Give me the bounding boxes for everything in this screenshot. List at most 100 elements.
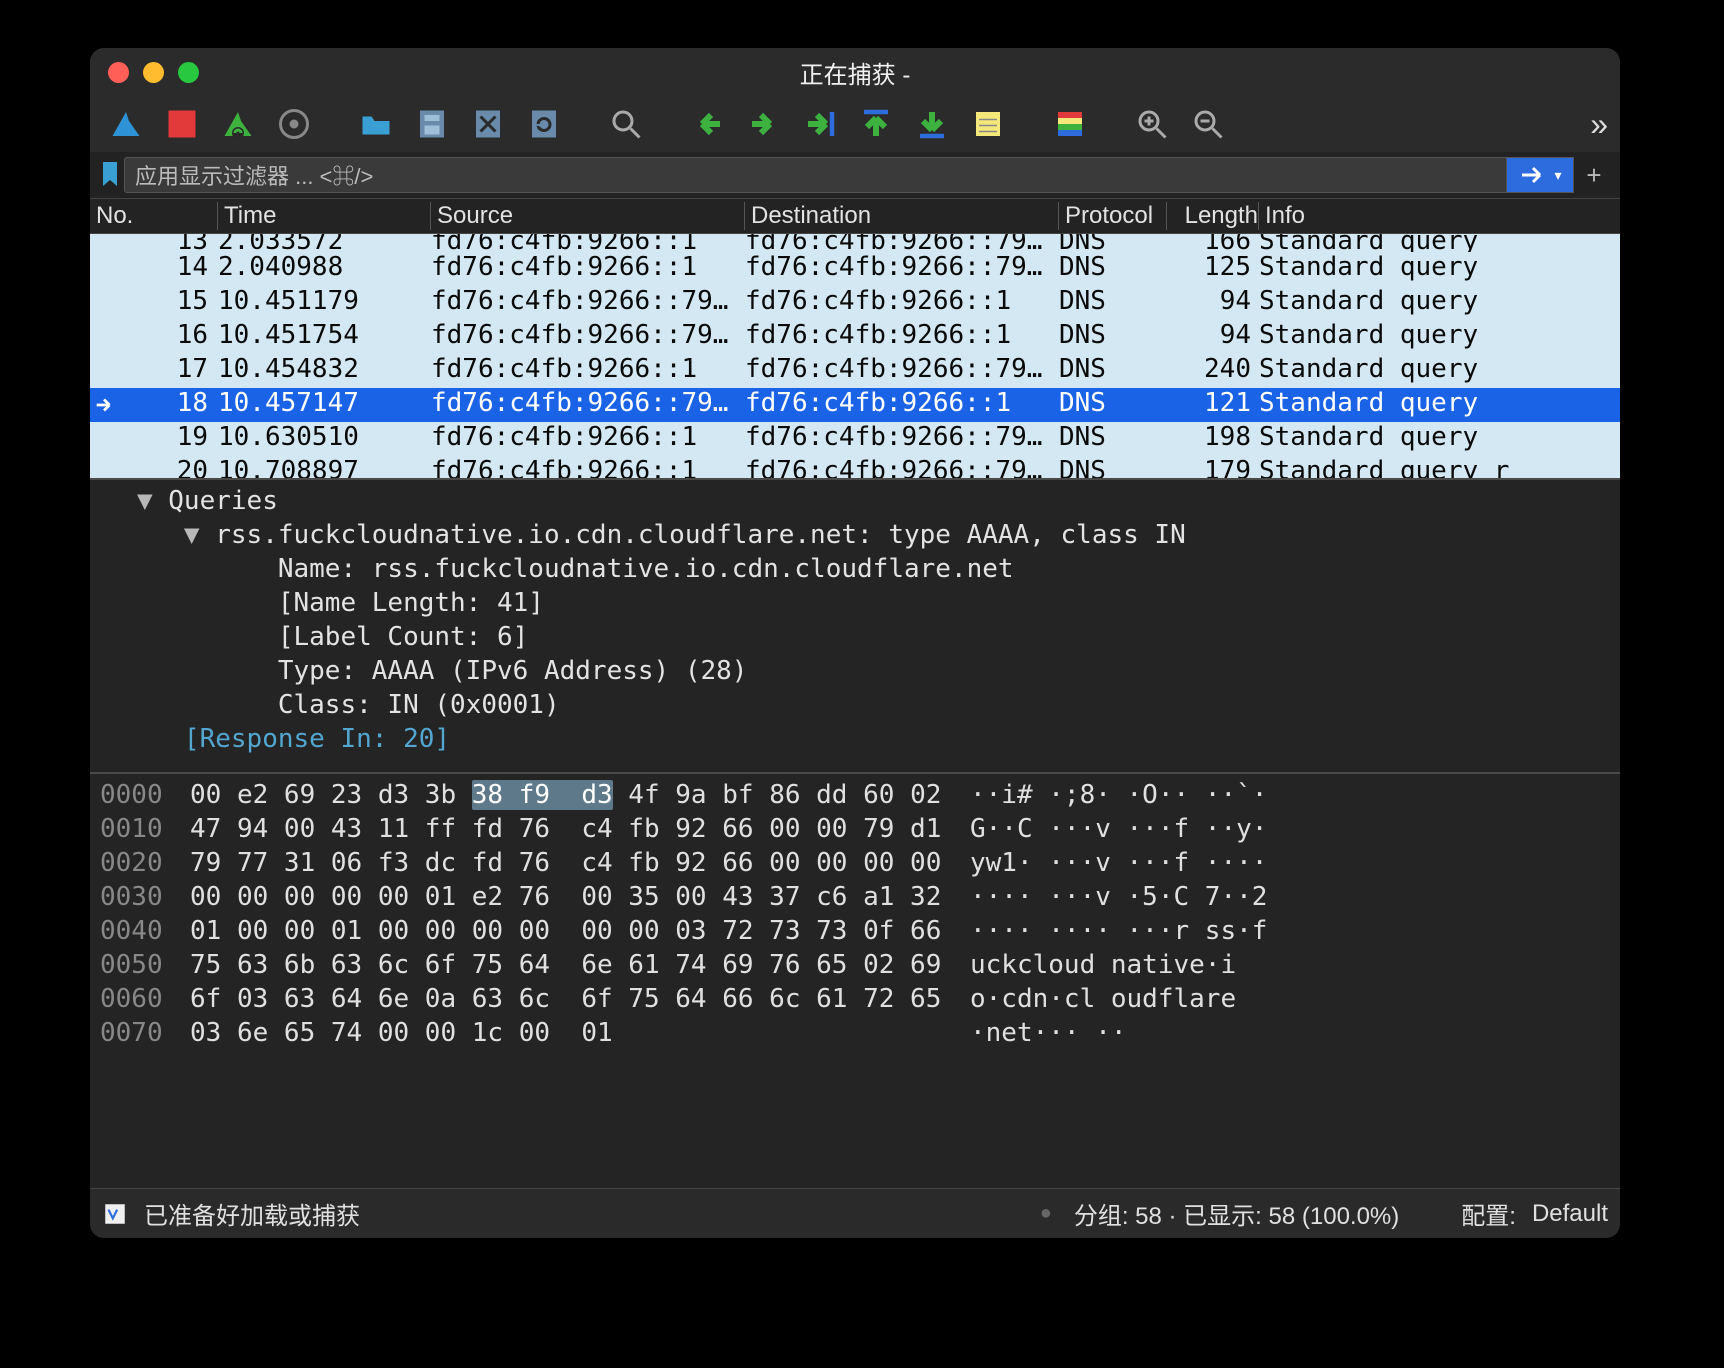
packet-row[interactable]: 1910.630510fd76:c4fb:9266::1fd76:c4fb:92… [90,422,1620,456]
restart-capture-icon[interactable] [214,102,262,146]
cell-length: 240 [1167,354,1259,388]
stop-capture-icon[interactable] [158,102,206,146]
hex-offset: 0000 [90,780,190,814]
apply-filter-button[interactable]: ▾ [1506,157,1574,193]
close-file-icon[interactable] [464,102,512,146]
maximize-icon[interactable] [178,62,199,83]
options-icon[interactable] [270,102,318,146]
tree-name[interactable]: Name: rss.fuckcloudnative.io.cdn.cloudfl… [90,554,1620,588]
cell-info: Standard query [1259,354,1620,388]
cell-time: 2.040988 [218,252,431,286]
col-destination[interactable]: Destination [745,202,1059,230]
hex-ascii: ··i# ·;8· ·O·· ··`· [970,780,1620,814]
filterbar: 应用显示过滤器 ... <⌘/> ▾ + [90,152,1620,198]
cell-destination: fd76:c4fb:9266::1 [745,388,1059,422]
statusbar: 已准备好加载或捕获 ● 分组: 58 · 已显示: 58 (100.0%) 配置… [90,1188,1620,1238]
open-file-icon[interactable] [352,102,400,146]
cell-length: 179 [1167,456,1259,478]
packet-row[interactable]: 1510.451179fd76:c4fb:9266::79…fd76:c4fb:… [90,286,1620,320]
col-length[interactable]: Length [1167,202,1259,230]
prev-icon[interactable] [684,102,732,146]
close-icon[interactable] [108,62,129,83]
tree-type[interactable]: Type: AAAA (IPv6 Address) (28) [90,656,1620,690]
col-info[interactable]: Info [1259,202,1620,230]
cell-source: fd76:c4fb:9266::1 [431,422,745,456]
col-protocol[interactable]: Protocol [1059,202,1167,230]
hex-row[interactable]: 000000 e2 69 23 d3 3b 38 f9 d3 4f 9a bf … [90,780,1620,814]
col-time[interactable]: Time [218,202,431,230]
start-capture-icon[interactable] [102,102,150,146]
hex-offset: 0010 [90,814,190,848]
hex-bytes: 00 e2 69 23 d3 3b 38 f9 d3 4f 9a bf 86 d… [190,780,970,814]
tree-name-len[interactable]: [Name Length: 41] [90,588,1620,622]
add-filter-button[interactable]: + [1574,157,1614,193]
filter-bookmark-icon[interactable] [96,157,124,193]
save-file-icon[interactable] [408,102,456,146]
hex-bytes: 75 63 6b 63 6c 6f 75 64 6e 61 74 69 76 6… [190,950,970,984]
traffic-lights [108,62,199,83]
hex-offset: 0050 [90,950,190,984]
cell-info: Standard query [1259,252,1620,286]
hex-row[interactable]: 004001 00 00 01 00 00 00 00 00 00 03 72 … [90,916,1620,950]
go-last-icon[interactable] [908,102,956,146]
colorize-icon[interactable] [1046,102,1094,146]
hex-row[interactable]: 002079 77 31 06 f3 dc fd 76 c4 fb 92 66 … [90,848,1620,882]
hex-row[interactable]: 001047 94 00 43 11 ff fd 76 c4 fb 92 66 … [90,814,1620,848]
cell-source: fd76:c4fb:9266::79… [431,320,745,354]
expert-info-icon[interactable] [102,1201,128,1227]
tree-entry[interactable]: ▼ rss.fuckcloudnative.io.cdn.cloudflare.… [90,520,1620,554]
display-filter-input[interactable]: 应用显示过滤器 ... <⌘/> [124,157,1508,193]
tree-queries[interactable]: ▼ Queries [90,486,1620,520]
hex-bytes: 00 00 00 00 00 01 e2 76 00 35 00 43 37 c… [190,882,970,916]
packet-row[interactable]: 1810.457147fd76:c4fb:9266::79…fd76:c4fb:… [90,388,1620,422]
zoom-in-icon[interactable] [1128,102,1176,146]
cell-length: 125 [1167,252,1259,286]
filter-placeholder: 应用显示过滤器 ... <⌘/> [135,159,373,191]
packet-row[interactable]: 2010.708897fd76:c4fb:9266::1fd76:c4fb:92… [90,456,1620,478]
current-row-icon [90,388,118,422]
jump-to-icon[interactable] [796,102,844,146]
toolbar-overflow-icon[interactable]: » [1590,106,1608,143]
packet-row[interactable]: 1610.451754fd76:c4fb:9266::79…fd76:c4fb:… [90,320,1620,354]
packet-row[interactable]: 132.033572fd76:c4fb:9266::1fd76:c4fb:926… [90,234,1620,252]
hex-row[interactable]: 007003 6e 65 74 00 00 1c 00 01·net··· ·· [90,1018,1620,1052]
tree-label-count[interactable]: [Label Count: 6] [90,622,1620,656]
packet-list[interactable]: 132.033572fd76:c4fb:9266::1fd76:c4fb:926… [90,234,1620,478]
zoom-out-icon[interactable] [1184,102,1232,146]
hex-ascii: yw1· ···v ···f ···· [970,848,1620,882]
next-icon[interactable] [740,102,788,146]
packet-row[interactable]: 1710.454832fd76:c4fb:9266::1fd76:c4fb:92… [90,354,1620,388]
cell-no: 19 [118,422,218,456]
hex-row[interactable]: 00606f 03 63 64 6e 0a 63 6c 6f 75 64 66 … [90,984,1620,1018]
cell-protocol: DNS [1059,388,1167,422]
cell-time: 10.451754 [218,320,431,354]
packet-row[interactable]: 142.040988fd76:c4fb:9266::1fd76:c4fb:926… [90,252,1620,286]
toolbar: » [90,96,1620,152]
status-dot-icon: ● [1040,1202,1052,1225]
hex-row[interactable]: 005075 63 6b 63 6c 6f 75 64 6e 61 74 69 … [90,950,1620,984]
tree-response-link[interactable]: [Response In: 20] [90,724,1620,758]
go-first-icon[interactable] [852,102,900,146]
find-icon[interactable] [602,102,650,146]
hex-offset: 0020 [90,848,190,882]
col-source[interactable]: Source [431,202,745,230]
minimize-icon[interactable] [143,62,164,83]
packet-details-pane[interactable]: ▼ Queries ▼ rss.fuckcloudnative.io.cdn.c… [90,478,1620,772]
status-profile-value[interactable]: Default [1532,1200,1608,1228]
cell-no: 14 [118,252,218,286]
hex-row[interactable]: 003000 00 00 00 00 01 e2 76 00 35 00 43 … [90,882,1620,916]
hex-bytes: 79 77 31 06 f3 dc fd 76 c4 fb 92 66 00 0… [190,848,970,882]
cell-time: 10.451179 [218,286,431,320]
tree-class[interactable]: Class: IN (0x0001) [90,690,1620,724]
reload-icon[interactable] [520,102,568,146]
cell-info: Standard query [1259,388,1620,422]
hex-ascii: ·net··· ·· [970,1018,1620,1052]
cell-source: fd76:c4fb:9266::1 [431,456,745,478]
status-packets: 分组: 58 · 已显示: 58 (100.0%) [1074,1196,1399,1231]
cell-time: 10.457147 [218,388,431,422]
hex-pane[interactable]: 000000 e2 69 23 d3 3b 38 f9 d3 4f 9a bf … [90,772,1620,1188]
col-no[interactable]: No. [90,202,218,230]
autoscroll-icon[interactable] [964,102,1012,146]
hex-ascii: o·cdn·cl oudflare [970,984,1620,1018]
hex-offset: 0040 [90,916,190,950]
